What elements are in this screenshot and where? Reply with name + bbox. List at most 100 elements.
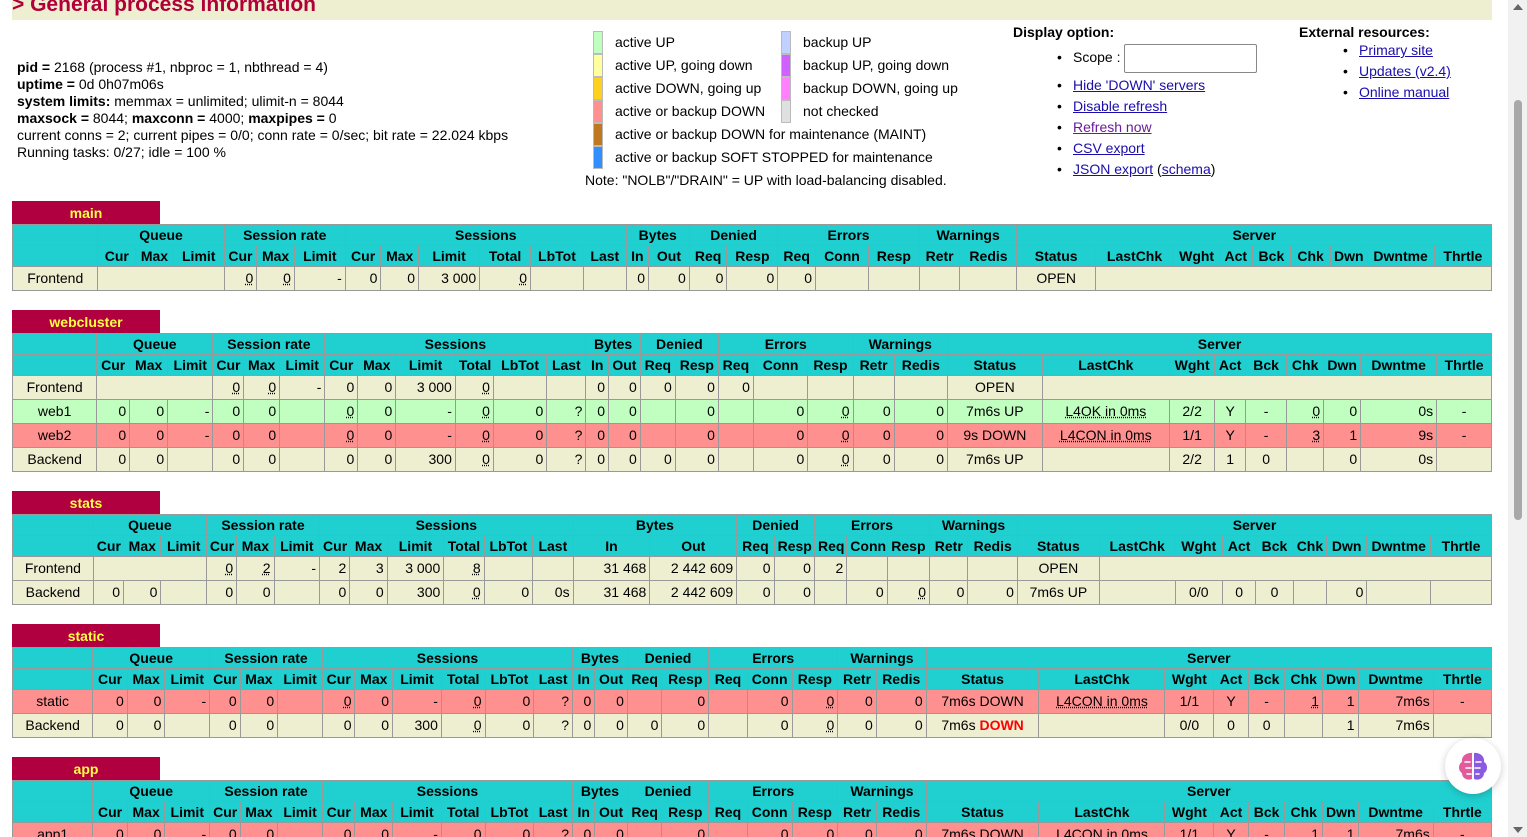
- cell: 0: [443, 580, 485, 605]
- header-out: Out: [594, 668, 628, 690]
- cell: 0: [484, 713, 535, 738]
- cell: 2: [813, 556, 848, 581]
- header-redis: Redis: [875, 668, 927, 690]
- header-cur: Cur: [92, 801, 128, 823]
- header-resp: Resp: [791, 801, 839, 823]
- csv-export-link[interactable]: CSV export: [1073, 140, 1145, 156]
- table-row[interactable]: Backend 0 0 0 0 0 0 300 0 0 ? 0 0 0 0 0 …: [11, 713, 1493, 738]
- header-max: Max: [239, 801, 279, 823]
- row-label[interactable]: Frontend: [12, 556, 94, 581]
- proxy-name-app[interactable]: app: [12, 757, 160, 780]
- scope-input[interactable]: [1124, 43, 1258, 73]
- cell: [1366, 580, 1432, 605]
- cell: 0: [243, 375, 281, 400]
- refresh-now-link[interactable]: Refresh now: [1073, 119, 1152, 135]
- row-label[interactable]: web1: [11, 399, 98, 424]
- cell: 0: [354, 822, 394, 837]
- disable-refresh-link[interactable]: Disable refresh: [1073, 98, 1167, 114]
- manual-link[interactable]: Online manual: [1359, 84, 1449, 100]
- header-resp: Resp: [661, 801, 710, 823]
- cell: 0: [357, 399, 397, 424]
- row-label[interactable]: Backend: [11, 447, 98, 472]
- table-row[interactable]: Frontend 0 0 - 0 0 3 000 0 0 0 0 0 0 OPE…: [11, 266, 1493, 291]
- cell: [867, 266, 920, 291]
- schema-link[interactable]: schema: [1162, 161, 1211, 177]
- cell: 0: [205, 580, 238, 605]
- table-row[interactable]: Backend 0 0 0 0 0 0 300 0 0 0s 31 468 2 …: [12, 580, 1492, 605]
- cell: 0: [607, 447, 641, 472]
- cell: [807, 375, 854, 400]
- header-bck: Bck: [1251, 245, 1292, 267]
- table-row[interactable]: web1 0 0 - 0 0 0 0 - 0 0 ? 0 0 0 0 0 0 0…: [11, 399, 1492, 424]
- cell: 300: [395, 447, 456, 472]
- cell: 0: [454, 375, 494, 400]
- header-limit: Limit: [392, 668, 442, 690]
- header-dwn: Dwn: [1321, 668, 1359, 690]
- header-dwntme: Dwntme: [1366, 245, 1435, 267]
- assistant-button[interactable]: [1445, 738, 1501, 794]
- table-row[interactable]: app1 0 0 - 0 0 0 0 - 0 0 ? 0 0 0 0 0 0 0…: [11, 822, 1493, 837]
- table-row[interactable]: Backend 0 0 0 0 0 0 300 0 0 ? 0 0 0 0 0 …: [11, 447, 1492, 472]
- cell: -: [1432, 689, 1493, 714]
- header-row: Queue Session rate Sessions Bytes Denied…: [11, 333, 1492, 355]
- header-resp: Resp: [886, 535, 931, 557]
- cell: 0: [129, 399, 169, 424]
- cell: [813, 580, 848, 605]
- header-lastchk: LastChk: [1038, 801, 1166, 823]
- header-out: Out: [648, 245, 690, 267]
- scroll-up-arrow-icon[interactable]: [1513, 4, 1523, 10]
- proxy-name-static[interactable]: static: [12, 624, 160, 647]
- header-row: Queue Session rate Sessions Bytes Denied…: [11, 224, 1492, 246]
- cell: Y: [1213, 689, 1249, 714]
- row-label[interactable]: static: [11, 689, 94, 714]
- cell: 0: [625, 266, 650, 291]
- row-label[interactable]: Frontend: [11, 266, 99, 291]
- cell: 9s: [1360, 423, 1438, 448]
- header-cell: [11, 224, 99, 246]
- proxy-name-stats[interactable]: stats: [12, 491, 160, 514]
- table-row[interactable]: static 0 0 - 0 0 0 0 - 0 0 ? 0 0 0 0 0 0…: [11, 689, 1493, 714]
- cell: 0: [324, 399, 359, 424]
- cell: 0: [791, 822, 839, 837]
- scrollbar-thumb[interactable]: [1514, 100, 1522, 520]
- cell: 0: [791, 689, 839, 714]
- cell: 0: [1245, 447, 1288, 472]
- cell: 0: [239, 689, 279, 714]
- proxy-name-main[interactable]: main: [12, 201, 160, 224]
- cell: 3 000: [418, 266, 481, 291]
- brain-icon: [1459, 752, 1487, 780]
- row-label[interactable]: web2: [11, 423, 98, 448]
- scroll-down-arrow-icon[interactable]: [1513, 827, 1523, 833]
- header-thrtle: Thrtle: [1432, 668, 1493, 690]
- cell: 0: [585, 375, 609, 400]
- cell: 0: [777, 266, 816, 291]
- updates-link[interactable]: Updates (v2.4): [1359, 63, 1451, 79]
- cell: 0: [837, 689, 877, 714]
- table-row[interactable]: Frontend 0 0 - 0 0 3 000 0 0 0 0 0 0 OPE…: [11, 375, 1493, 400]
- header-lastchk: LastChk: [1041, 354, 1171, 376]
- row-label[interactable]: Frontend: [11, 375, 98, 400]
- cell: 0: [92, 822, 128, 837]
- cell: 0: [96, 423, 131, 448]
- table-row[interactable]: web2 0 0 - 0 0 0 0 - 0 0 ? 0 0 0 0 0 0 0…: [11, 423, 1492, 448]
- header-errors: Errors: [708, 780, 839, 802]
- row-label[interactable]: Backend: [12, 580, 94, 605]
- json-export-link[interactable]: JSON export: [1073, 161, 1153, 177]
- row-label[interactable]: app1: [11, 822, 94, 837]
- cell: 0: [571, 689, 596, 714]
- header-errors: Errors: [717, 333, 854, 355]
- header-max: Max: [236, 535, 275, 557]
- cell: [717, 399, 754, 424]
- hide-down-link[interactable]: Hide 'DOWN' servers: [1073, 77, 1205, 93]
- row-label[interactable]: Backend: [11, 713, 94, 738]
- table-row[interactable]: Frontend 0 2 - 2 3 3 000 8 31 468 2 442 …: [12, 556, 1493, 581]
- vertical-scrollbar[interactable]: [1508, 0, 1527, 837]
- header-lbtot: LbTot: [530, 245, 584, 267]
- primary-site-link[interactable]: Primary site: [1359, 42, 1433, 58]
- cell: 3: [1286, 423, 1325, 448]
- cell: 0: [321, 822, 356, 837]
- header-req: Req: [736, 535, 775, 557]
- lastchk-cell: L4OK in 0ms: [1041, 399, 1171, 424]
- header-lastchk: LastChk: [1094, 245, 1175, 267]
- proxy-name-webcluster[interactable]: webcluster: [12, 310, 160, 333]
